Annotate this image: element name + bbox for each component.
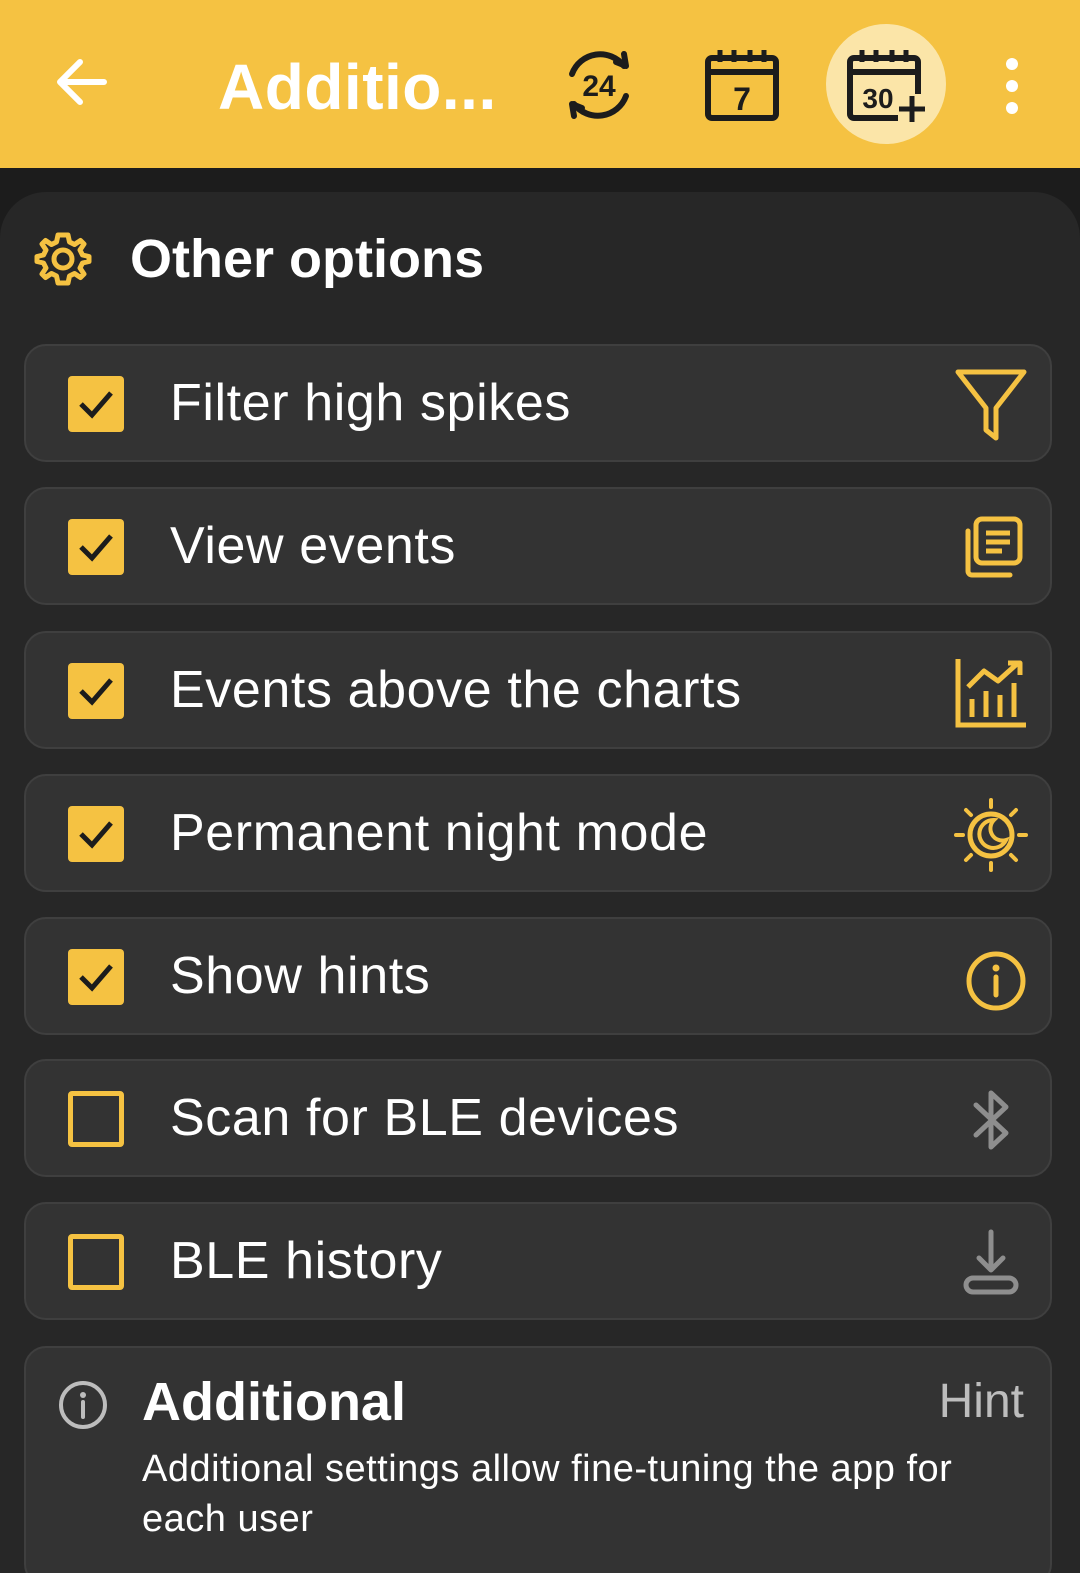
more-vertical-icon[interactable] [988,54,1036,118]
check-icon [79,391,113,419]
page-title: Additio... [218,51,497,123]
option-label: Show hints [170,947,431,1005]
option-label: BLE history [170,1232,443,1290]
checkbox-show-hints[interactable] [68,949,124,1005]
option-ble-history[interactable]: BLE history [24,1202,1052,1320]
gear-icon [34,232,92,286]
checkbox-permanent-night-mode[interactable] [68,806,124,862]
checkbox-events-above-charts[interactable] [68,663,124,719]
hint-tag: Hint [938,1375,1024,1428]
calendar-30-plus-button[interactable]: 30 [826,24,946,144]
filter-icon [955,369,1027,441]
option-label: Filter high spikes [170,374,571,432]
check-icon [79,678,113,706]
section-title: Other options [130,229,484,289]
back-arrow-icon[interactable] [50,50,114,114]
hint-title: Additional [142,1372,406,1432]
checkbox-ble-history[interactable] [68,1234,124,1290]
info-icon [966,951,1026,1011]
option-filter-high-spikes[interactable]: Filter high spikes [24,344,1052,462]
bluetooth-icon [973,1090,1009,1150]
night-mode-icon [954,798,1028,872]
events-list-icon [965,516,1023,578]
option-label: Permanent night mode [170,804,709,862]
checkbox-scan-ble-devices[interactable] [68,1091,124,1147]
badge-24-text: 24 [582,70,616,103]
option-show-hints[interactable]: Show hints [24,917,1052,1035]
option-label: View events [170,517,457,575]
badge-7-text: 7 [733,81,751,117]
option-scan-ble-devices[interactable]: Scan for BLE devices [24,1059,1052,1177]
check-icon [79,821,113,849]
option-permanent-night-mode[interactable]: Permanent night mode [24,774,1052,892]
option-events-above-charts[interactable]: Events above the charts [24,631,1052,749]
info-icon [59,1381,107,1429]
option-view-events[interactable]: View events [24,487,1052,605]
calendar-7-icon[interactable]: 7 [702,44,782,124]
calendar-30-plus-icon: 30 [847,50,926,122]
hint-description: Additional settings allow fine-tuning th… [142,1448,953,1540]
download-icon [963,1229,1019,1295]
hint-card: Additional Hint Additional settings allo… [24,1346,1052,1573]
badge-30-text: 30 [862,83,893,114]
chart-growth-icon [955,659,1026,728]
refresh-24-icon[interactable]: 24 [558,44,640,126]
option-label: Events above the charts [170,661,742,719]
app-bar: Additio... 24 7 30 [0,0,1080,168]
check-icon [79,534,113,562]
checkbox-filter-high-spikes[interactable] [68,376,124,432]
checkbox-view-events[interactable] [68,519,124,575]
option-label: Scan for BLE devices [170,1089,680,1147]
check-icon [79,964,113,992]
